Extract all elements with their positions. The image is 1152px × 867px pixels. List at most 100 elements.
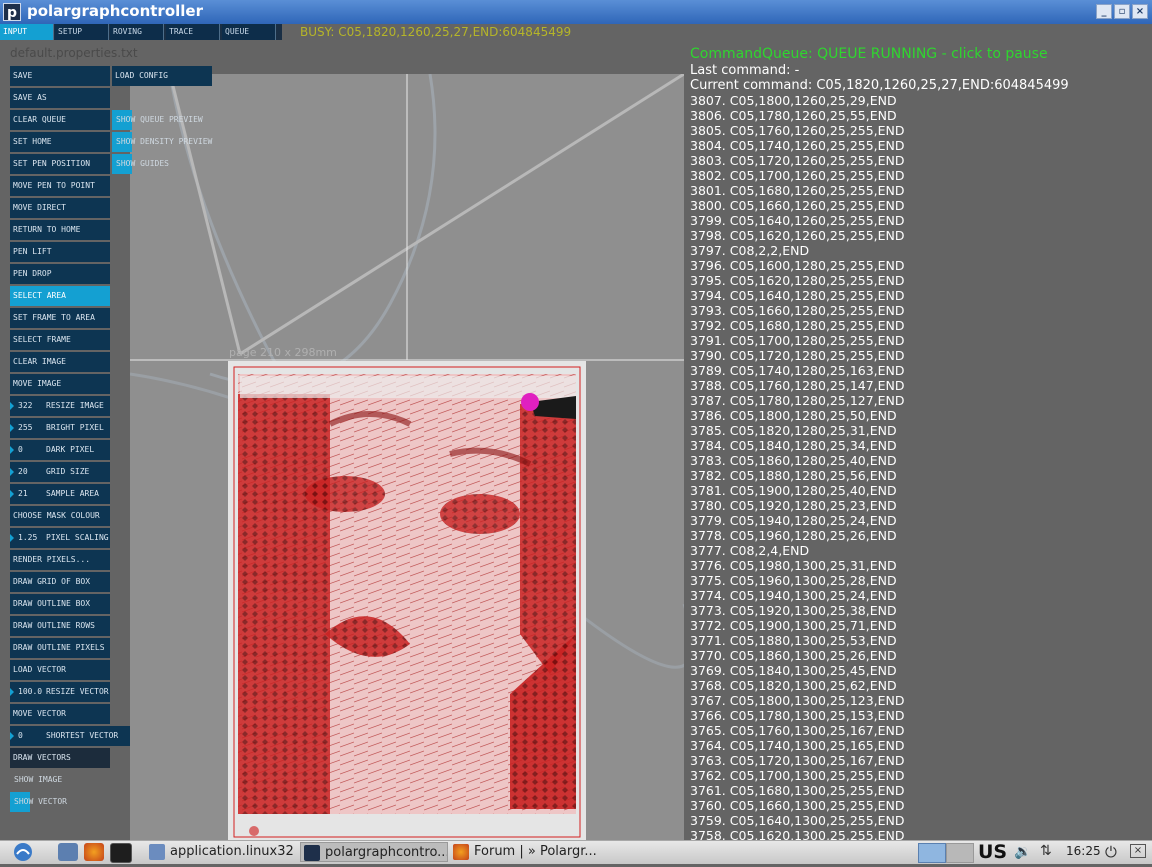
tab-queue[interactable]: QUEUE bbox=[222, 24, 276, 40]
workspace-2[interactable] bbox=[946, 843, 974, 863]
queue-command-item: 3786. C05,1800,1280,25,50,END bbox=[690, 408, 897, 423]
stepper-arrow-icon bbox=[10, 424, 14, 432]
resize-vector-value: 100.0 bbox=[18, 687, 43, 696]
show-queue-preview-toggle[interactable]: SHOW QUEUE PREVIEW bbox=[112, 110, 219, 130]
draw-outline-rows-button[interactable]: DRAW OUTLINE ROWS bbox=[10, 616, 110, 636]
pixel-scaling-value: 1.25 bbox=[18, 533, 38, 542]
draw-grid-of-box-button[interactable]: DRAW GRID OF BOX bbox=[10, 572, 110, 592]
clock: 16:25 bbox=[1066, 844, 1101, 858]
file-manager-icon[interactable] bbox=[58, 843, 78, 861]
queue-command-item: 3793. C05,1660,1280,25,255,END bbox=[690, 303, 905, 318]
pen-drop-button[interactable]: PEN DROP bbox=[10, 264, 110, 284]
move-vector-button[interactable]: MOVE VECTOR bbox=[10, 704, 110, 724]
tab-trace[interactable]: TRACE bbox=[166, 24, 220, 40]
start-menu-button[interactable] bbox=[4, 841, 44, 863]
queue-command-item: 3805. C05,1760,1260,25,255,END bbox=[690, 123, 905, 138]
dark-pixel-stepper[interactable]: 0 DARK PIXEL bbox=[10, 440, 110, 460]
clear-queue-button[interactable]: CLEAR QUEUE bbox=[10, 110, 110, 130]
workspace-1[interactable] bbox=[918, 843, 946, 863]
queue-command-item: 3777. C08,2,4,END bbox=[690, 543, 810, 558]
dark-pixel-label: DARK PIXEL bbox=[46, 445, 95, 454]
firefox-icon[interactable] bbox=[84, 843, 104, 861]
set-frame-to-area-button[interactable]: SET FRAME TO AREA bbox=[10, 308, 110, 328]
show-desktop-icon[interactable]: × bbox=[1130, 844, 1146, 858]
queue-command-item: 3796. C05,1600,1280,25,255,END bbox=[690, 258, 905, 273]
save-as-button[interactable]: SAVE AS bbox=[10, 88, 110, 108]
queue-command-item: 3765. C05,1760,1300,25,167,END bbox=[690, 723, 905, 738]
maximize-icon[interactable]: ▫ bbox=[1114, 4, 1130, 19]
show-density-preview-toggle[interactable]: SHOW DENSITY PREVIEW bbox=[112, 132, 228, 152]
volume-icon[interactable]: 🔉 bbox=[1014, 844, 1031, 860]
command-list: 3807. C05,1800,1260,25,29,END 3806. C05,1… bbox=[690, 93, 905, 843]
queue-command-item: 3792. C05,1680,1280,25,255,END bbox=[690, 318, 905, 333]
queue-command-item: 3771. C05,1880,1300,25,53,END bbox=[690, 633, 897, 648]
task-application[interactable]: application.linux32 bbox=[146, 842, 296, 862]
load-config-button[interactable]: LOAD CONFIG bbox=[112, 66, 212, 86]
show-guides-toggle[interactable]: SHOW GUIDES bbox=[112, 154, 185, 174]
network-icon[interactable]: ⇅ bbox=[1040, 843, 1052, 859]
draw-outline-box-button[interactable]: DRAW OUTLINE BOX bbox=[10, 594, 110, 614]
show-vector-toggle[interactable]: SHOW VECTOR bbox=[10, 792, 83, 812]
choose-mask-colour-button[interactable]: CHOOSE MASK COLOUR bbox=[10, 506, 110, 526]
close-icon[interactable]: × bbox=[1132, 4, 1148, 19]
keyboard-layout[interactable]: US bbox=[978, 841, 1007, 863]
return-to-home-button[interactable]: RETURN TO HOME bbox=[10, 220, 110, 240]
show-image-toggle[interactable]: SHOW IMAGE bbox=[10, 770, 78, 790]
queue-command-item: 3798. C05,1620,1260,25,255,END bbox=[690, 228, 905, 243]
tab-input[interactable]: INPUT bbox=[0, 24, 54, 40]
terminal-icon[interactable] bbox=[110, 843, 132, 863]
grid-size-label: GRID SIZE bbox=[46, 467, 90, 476]
move-pen-to-point-button[interactable]: MOVE PEN TO POINT bbox=[10, 176, 110, 196]
resize-vector-stepper[interactable]: 100.0 RESIZE VECTOR bbox=[10, 682, 110, 702]
stepper-arrow-icon bbox=[10, 732, 14, 740]
grid-size-stepper[interactable]: 20 GRID SIZE bbox=[10, 462, 110, 482]
queue-command-item: 3762. C05,1700,1300,25,255,END bbox=[690, 768, 905, 783]
resize-image-stepper[interactable]: 322 RESIZE IMAGE bbox=[10, 396, 110, 416]
queue-command-item: 3759. C05,1640,1300,25,255,END bbox=[690, 813, 905, 828]
queue-command-item: 3774. C05,1940,1300,25,24,END bbox=[690, 588, 897, 603]
tab-roving[interactable]: ROVING bbox=[110, 24, 164, 40]
move-image-button[interactable]: MOVE IMAGE bbox=[10, 374, 110, 394]
queue-command-item: 3763. C05,1720,1300,25,167,END bbox=[690, 753, 905, 768]
select-area-button[interactable]: SELECT AREA bbox=[10, 286, 110, 306]
queue-command-item: 3772. C05,1900,1300,25,71,END bbox=[690, 618, 897, 633]
set-home-button[interactable]: SET HOME bbox=[10, 132, 110, 152]
save-button[interactable]: SAVE bbox=[10, 66, 110, 86]
task-polargraph[interactable]: polargraphcontro... bbox=[300, 842, 448, 862]
shortest-vector-label: SHORTEST VECTOR bbox=[46, 731, 119, 740]
set-pen-position-button[interactable]: SET PEN POSITION bbox=[10, 154, 110, 174]
shortest-vector-value: 0 bbox=[18, 731, 23, 740]
task-label: Forum | » Polargr... bbox=[474, 844, 597, 859]
render-pixels-button[interactable]: RENDER PIXELS... bbox=[10, 550, 110, 570]
machine-canvas[interactable] bbox=[130, 74, 684, 840]
queue-command-item: 3773. C05,1920,1300,25,38,END bbox=[690, 603, 897, 618]
queue-command-item: 3797. C08,2,2,END bbox=[690, 243, 810, 258]
resize-image-label: RESIZE IMAGE bbox=[46, 401, 104, 410]
grid-size-value: 20 bbox=[18, 467, 28, 476]
pen-lift-button[interactable]: PEN LIFT bbox=[10, 242, 110, 262]
pixel-scaling-stepper[interactable]: 1.25 PIXEL SCALING bbox=[10, 528, 110, 548]
clear-image-button[interactable]: CLEAR IMAGE bbox=[10, 352, 110, 372]
shortest-vector-stepper[interactable]: 0 SHORTEST VECTOR bbox=[10, 726, 130, 746]
move-direct-button[interactable]: MOVE DIRECT bbox=[10, 198, 110, 218]
queue-command-item: 3795. C05,1620,1280,25,255,END bbox=[690, 273, 905, 288]
queue-status-toggle[interactable]: CommandQueue: QUEUE RUNNING - click to p… bbox=[690, 46, 1048, 62]
task-label: polargraphcontro... bbox=[325, 845, 448, 860]
pixel-scaling-label: PIXEL SCALING bbox=[46, 533, 109, 542]
polargraph-icon bbox=[304, 845, 320, 861]
queue-command-item: 3802. C05,1700,1260,25,255,END bbox=[690, 168, 905, 183]
queue-command-item: 3800. C05,1660,1260,25,255,END bbox=[690, 198, 905, 213]
tab-setup[interactable]: SETUP bbox=[55, 24, 109, 40]
queue-command-item: 3806. C05,1780,1260,25,55,END bbox=[690, 108, 897, 123]
draw-outline-pixels-button[interactable]: DRAW OUTLINE PIXELS bbox=[10, 638, 110, 658]
sample-area-stepper[interactable]: 21 SAMPLE AREA bbox=[10, 484, 110, 504]
minimize-icon[interactable]: _ bbox=[1096, 4, 1112, 19]
load-vector-button[interactable]: LOAD VECTOR bbox=[10, 660, 110, 680]
draw-vectors-button[interactable]: DRAW VECTORS bbox=[10, 748, 110, 768]
power-icon[interactable]: ⏻ bbox=[1105, 843, 1117, 861]
bright-pixel-stepper[interactable]: 255 BRIGHT PIXEL bbox=[10, 418, 110, 438]
task-forum[interactable]: Forum | » Polargr... bbox=[450, 842, 600, 862]
stepper-arrow-icon bbox=[10, 446, 14, 454]
queue-command-item: 3783. C05,1860,1280,25,40,END bbox=[690, 453, 897, 468]
select-frame-button[interactable]: SELECT FRAME bbox=[10, 330, 110, 350]
